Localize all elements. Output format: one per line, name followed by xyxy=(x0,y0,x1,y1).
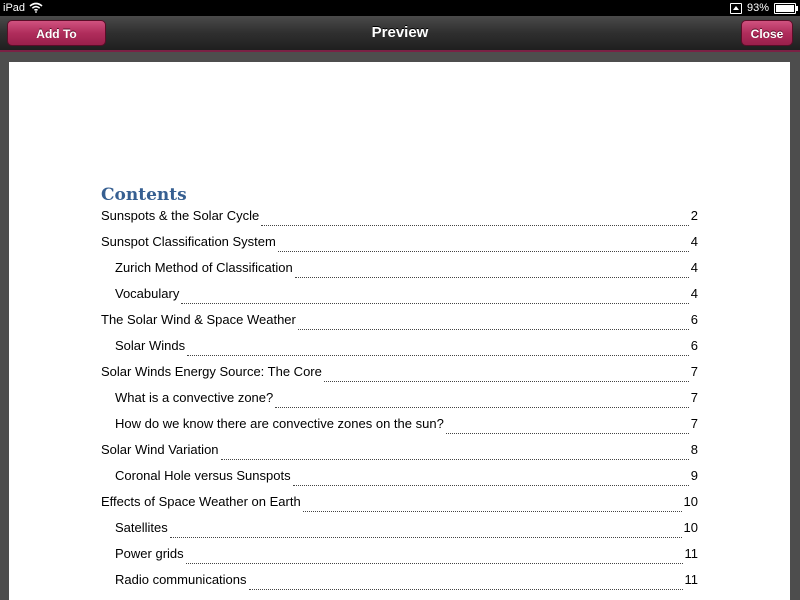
toc-entry-page: 7 xyxy=(690,416,698,431)
toc-entry-title: Satellites xyxy=(115,520,168,535)
toc-leader-dots xyxy=(292,484,689,486)
toc-entry-page: 9 xyxy=(690,468,698,483)
toc-entry-page: 2 xyxy=(690,208,698,223)
navigation-bar: Add To Catalog Preview Close xyxy=(0,16,800,67)
toc-entry-page: 10 xyxy=(683,494,698,509)
page-title: Preview xyxy=(371,24,429,41)
toc-entry-page: 8 xyxy=(690,442,698,457)
toc-leader-dots xyxy=(181,302,689,304)
toc-entry-title: Vocabulary xyxy=(115,286,180,301)
document-viewer[interactable]: Contents Sunspots & the Solar Cycle 2 Suns… xyxy=(0,52,800,600)
device-name: iPad xyxy=(3,2,26,14)
toc-leader-dots xyxy=(185,562,683,564)
toc-entry-title: Solar Winds Energy Source: The Core xyxy=(101,364,322,379)
toc-leader-dots xyxy=(294,276,689,278)
contents-heading: Contents xyxy=(101,185,187,205)
toc-leader-dots xyxy=(248,588,683,590)
battery-percent: 93% xyxy=(746,2,769,14)
toc-entry-page: 11 xyxy=(684,546,699,561)
battery-level xyxy=(776,4,794,12)
toc-entry-page: 6 xyxy=(690,338,698,353)
toc-entry-title: Zurich Method of Classification xyxy=(115,260,293,275)
toc-entry-title: How do we know there are convective zone… xyxy=(115,416,444,431)
toc-entry[interactable]: Zurich Method of Classification 4 xyxy=(101,260,698,286)
toc-entry-title: Coronal Hole versus Sunspots xyxy=(115,468,291,483)
document-page: Contents Sunspots & the Solar Cycle 2 Suns… xyxy=(9,62,790,600)
toc-leader-dots xyxy=(323,380,689,382)
wifi-icon xyxy=(29,2,43,13)
toc-entry-page: 4 xyxy=(690,286,698,301)
close-button[interactable]: Close xyxy=(741,20,793,46)
toc-entry-title: Solar Winds xyxy=(115,338,186,353)
toc-leader-dots xyxy=(220,458,689,460)
toc-entry-title: Sunspots & the Solar Cycle xyxy=(101,208,260,223)
toc-leader-dots xyxy=(187,354,689,356)
toc-leader-dots xyxy=(297,328,689,330)
toc-entry[interactable]: The Solar Wind & Space Weather 6 xyxy=(101,312,698,338)
toc-entry[interactable]: Effects of Space Weather on Earth 10 xyxy=(101,494,698,520)
toc-entry[interactable]: Sunspots & the Solar Cycle 2 xyxy=(101,208,698,234)
toc-entry-title: Effects of Space Weather on Earth xyxy=(101,494,301,509)
toc-leader-dots xyxy=(169,536,682,538)
toc-leader-dots xyxy=(277,250,689,252)
toc-entry-page: 4 xyxy=(690,234,698,249)
toc-entry-page: 11 xyxy=(684,572,699,587)
toc-entry[interactable]: Vocabulary 4 xyxy=(101,286,698,312)
toc-entry[interactable]: Solar Wind Variation 8 xyxy=(101,442,698,468)
toc-entry-title: Sunspot Classification System xyxy=(101,234,276,249)
toc-entry[interactable]: Solar Winds Energy Source: The Core 7 xyxy=(101,364,698,390)
toc-entry-page: 10 xyxy=(683,520,698,535)
toc-entry-page: 4 xyxy=(690,260,698,275)
toc-entry-title: Power grids xyxy=(115,546,184,561)
orientation-lock-icon xyxy=(729,2,742,14)
toc-entry[interactable]: Power grids 11 xyxy=(101,546,698,572)
toc-entry[interactable]: Satellites 10 xyxy=(101,520,698,546)
toc-entry-title: The Solar Wind & Space Weather xyxy=(101,312,296,327)
toc-leader-dots xyxy=(261,224,689,226)
status-bar: iPad 93% xyxy=(0,0,800,16)
toc-entry-page: 7 xyxy=(690,364,698,379)
toc-leader-dots xyxy=(275,406,689,408)
battery-icon xyxy=(774,2,798,14)
toc-entry[interactable]: Sunspot Classification System 4 xyxy=(101,234,698,260)
toc-leader-dots xyxy=(445,432,689,434)
toc-leader-dots xyxy=(302,510,682,512)
toc-entry[interactable]: Coronal Hole versus Sunspots 9 xyxy=(101,468,698,494)
toc-entry[interactable]: Radio communications 11 xyxy=(101,572,698,598)
toc-entry-title: What is a convective zone? xyxy=(115,390,274,405)
toc-entry[interactable]: Solar Winds 6 xyxy=(101,338,698,364)
toc-entry-page: 7 xyxy=(690,390,698,405)
toc-entry-title: Solar Wind Variation xyxy=(101,442,219,457)
toc-entry-title: Radio communications xyxy=(115,572,247,587)
table-of-contents: Sunspots & the Solar Cycle 2 Sunspot Class… xyxy=(101,208,698,598)
toc-entry[interactable]: What is a convective zone? 7 xyxy=(101,390,698,416)
toc-entry[interactable]: How do we know there are convective zone… xyxy=(101,416,698,442)
toc-entry-page: 6 xyxy=(690,312,698,327)
